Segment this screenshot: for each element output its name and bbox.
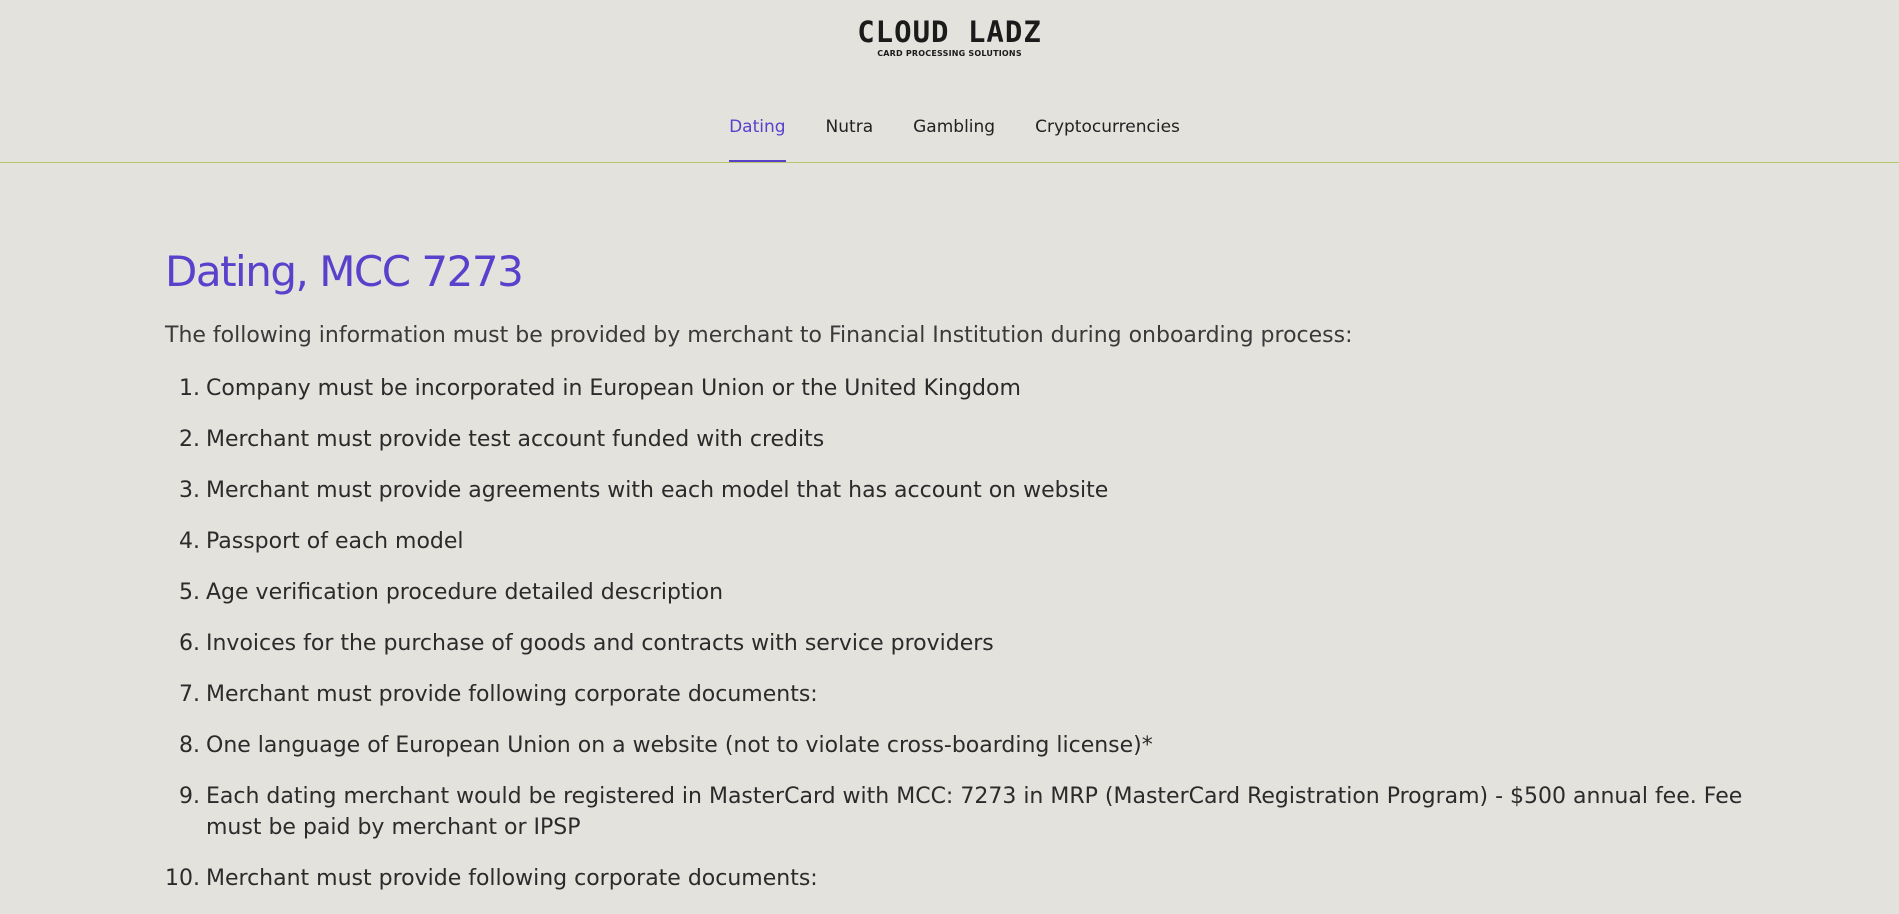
- list-item-text: Invoices for the purchase of goods and c…: [206, 631, 994, 656]
- page-title: Dating, MCC 7273: [165, 247, 524, 296]
- list-item: 8. One language of European Union on a w…: [165, 730, 1745, 761]
- list-item-text: Age verification procedure detailed desc…: [206, 580, 724, 605]
- list-item-number: 10.: [165, 866, 200, 891]
- list-item-text: Merchant must provide test account funde…: [206, 427, 825, 452]
- list-item-text: Merchant must provide agreements with ea…: [206, 478, 1109, 503]
- list-item: 5. Age verification procedure detailed d…: [165, 577, 1745, 608]
- list-item: 6. Invoices for the purchase of goods an…: [165, 628, 1745, 659]
- list-item-text: Merchant must provide following corporat…: [206, 866, 818, 891]
- list-item-number: 3.: [179, 478, 200, 503]
- list-item-text: Passport of each model: [206, 529, 464, 554]
- list-item-text: Merchant must provide following corporat…: [206, 682, 818, 707]
- list-item-number: 5.: [179, 580, 200, 605]
- list-item: 4. Passport of each model: [165, 526, 1745, 557]
- list-item-text: Company must be incorporated in European…: [206, 376, 1021, 401]
- list-item-number: 6.: [179, 631, 200, 656]
- list-item-number: 1.: [179, 376, 200, 401]
- intro-text: The following information must be provid…: [165, 323, 1353, 348]
- tab-cryptocurrencies[interactable]: Cryptocurrencies: [1035, 115, 1180, 161]
- list-item: 9. Each dating merchant would be registe…: [165, 781, 1745, 843]
- list-item-number: 8.: [179, 733, 200, 758]
- list-item-text: One language of European Union on a webs…: [206, 733, 1153, 758]
- list-item: 3. Merchant must provide agreements with…: [165, 475, 1745, 506]
- tab-gambling[interactable]: Gambling: [913, 115, 995, 161]
- logo[interactable]: CLOUD LADZ CARD PROCESSING SOLUTIONS: [0, 14, 1899, 59]
- list-item: 2. Merchant must provide test account fu…: [165, 424, 1745, 455]
- logo-title: CLOUD LADZ: [857, 15, 1042, 49]
- logo-subtitle: CARD PROCESSING SOLUTIONS: [877, 49, 1022, 58]
- list-item-number: 2.: [179, 427, 200, 452]
- main-content: Dating, MCC 7273 The following informati…: [165, 246, 1745, 914]
- list-item-text: Each dating merchant would be registered…: [206, 784, 1743, 840]
- site-header: CLOUD LADZ CARD PROCESSING SOLUTIONS Dat…: [0, 0, 1899, 163]
- list-item-number: 7.: [179, 682, 200, 707]
- list-item: 7. Merchant must provide following corpo…: [165, 679, 1745, 710]
- category-nav: Dating Nutra Gambling Cryptocurrencies: [0, 115, 1899, 162]
- list-item: 10. Merchant must provide following corp…: [165, 863, 1745, 894]
- tab-dating[interactable]: Dating: [729, 115, 787, 162]
- tab-nutra[interactable]: Nutra: [826, 115, 874, 161]
- list-item: 1. Company must be incorporated in Europ…: [165, 373, 1745, 404]
- requirements-list: 1. Company must be incorporated in Europ…: [165, 373, 1745, 894]
- list-item-number: 4.: [179, 529, 200, 554]
- list-item-number: 9.: [179, 784, 200, 809]
